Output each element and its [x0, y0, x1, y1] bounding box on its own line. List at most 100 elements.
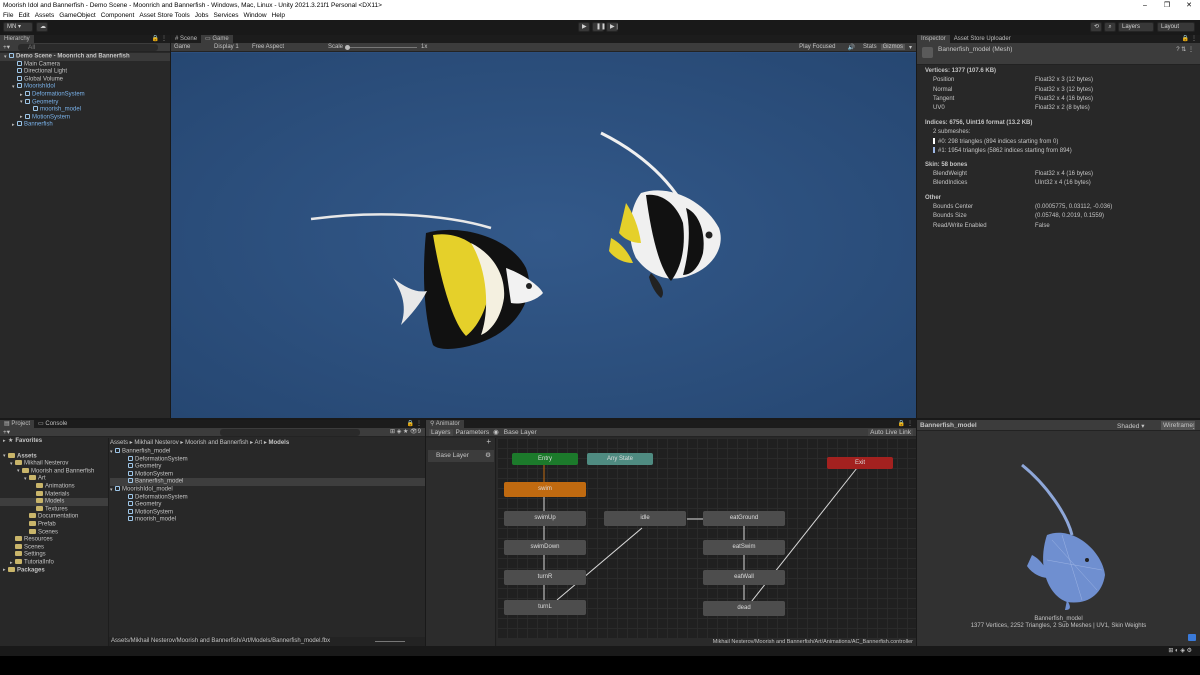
state-entry[interactable]: Entry	[512, 453, 578, 465]
state-swim[interactable]: swim	[504, 482, 586, 497]
chevron-down-icon[interactable]: ▾	[909, 44, 912, 51]
filter-icons[interactable]: ⊞ ◈ ★ 👁9	[390, 428, 421, 437]
menu-file[interactable]: File	[3, 11, 13, 20]
hierarchy-item[interactable]: ▾ Demo Scene - Moonrich and Bannerfish	[0, 53, 170, 61]
asset-item[interactable]: MotionSystem	[110, 470, 425, 479]
maximize-button[interactable]: ❐	[1156, 0, 1178, 11]
asset-item[interactable]: ▾ MoorishIdol_model	[110, 486, 425, 494]
breadcrumb-item[interactable]: Models	[269, 440, 290, 446]
layers-dropdown[interactable]: Layers	[1118, 22, 1154, 32]
asset-item[interactable]: moorish_model	[110, 516, 425, 524]
minimize-button[interactable]: –	[1134, 0, 1156, 11]
add-layer-icon[interactable]: +	[486, 437, 491, 446]
asset-item[interactable]: Bannerfish_model	[110, 478, 425, 486]
folder-tree-item[interactable]: ▾ Assets	[0, 452, 108, 461]
aspect-dropdown[interactable]: Free Aspect	[252, 44, 328, 50]
icon-size-slider[interactable]	[375, 641, 405, 642]
hierarchy-item[interactable]: ▾ MoorishIdol	[0, 83, 170, 91]
layer-item[interactable]: Base Layer ⚙	[428, 450, 494, 462]
folder-tree-item[interactable]: Scenes	[0, 543, 108, 552]
panel-menu-icon[interactable]: 🔒 ⋮	[1182, 35, 1197, 43]
folder-tree-item[interactable]: ▸ ★ Favorites	[0, 438, 108, 446]
breadcrumb-item[interactable]: Art	[254, 440, 262, 446]
menu-component[interactable]: Component	[101, 11, 135, 20]
menu-window[interactable]: Window	[243, 11, 266, 20]
panel-menu-icon[interactable]: 🔒 ⋮	[898, 420, 913, 428]
menu-assets[interactable]: Assets	[35, 11, 55, 20]
folder-tree-item[interactable]: Models	[0, 498, 108, 506]
folder-tree-item[interactable]: Textures	[0, 505, 108, 514]
folder-tree-item[interactable]: Resources	[0, 536, 108, 544]
search-icon[interactable]: ⌕	[1104, 22, 1116, 32]
state-exit[interactable]: Exit	[827, 457, 893, 469]
add-icon[interactable]: +▾	[3, 428, 10, 437]
shading-dropdown[interactable]: Shaded ▾	[1117, 422, 1145, 430]
state-eatwall[interactable]: eatWall	[703, 570, 785, 585]
asset-item[interactable]: DeformationSystem	[110, 493, 425, 502]
panel-menu-icon[interactable]: 🔒 ⋮	[407, 420, 422, 428]
header-options-icon[interactable]: ? ⇅ ⋮	[1176, 46, 1194, 53]
display-type-dropdown[interactable]: Game	[174, 44, 214, 50]
folder-tree-item[interactable]: Settings	[0, 551, 108, 559]
tab-project[interactable]: ▤ Project	[0, 420, 35, 428]
parameters-tab[interactable]: Parameters	[456, 429, 490, 436]
step-icon[interactable]: ▶❘	[606, 22, 620, 32]
menu-gameobject[interactable]: GameObject	[59, 11, 96, 20]
folder-tree-item[interactable]: Prefab	[0, 521, 108, 529]
hierarchy-item[interactable]: Main Camera	[0, 60, 170, 69]
tab-scene[interactable]: # Scene	[171, 35, 201, 43]
asset-item[interactable]: ▾ Bannerfish_model	[110, 448, 425, 456]
project-search-input[interactable]	[220, 429, 360, 436]
folder-tree-item[interactable]: Animations	[0, 483, 108, 491]
state-turnl[interactable]: turnL	[504, 600, 586, 615]
play-icon[interactable]: ▶	[578, 22, 590, 32]
hierarchy-search-input[interactable]: All	[18, 44, 158, 51]
menu-services[interactable]: Services	[214, 11, 239, 20]
breadcrumb-item[interactable]: Assets	[110, 440, 128, 446]
hierarchy-item[interactable]: ▸ MotionSystem	[0, 113, 170, 122]
history-icon[interactable]: ⟲	[1090, 22, 1102, 32]
state-any[interactable]: Any State	[587, 453, 653, 465]
state-eatground[interactable]: eatGround	[703, 511, 785, 526]
close-button[interactable]: ✕	[1178, 0, 1200, 11]
folder-tree-item[interactable]: Scenes	[0, 528, 108, 537]
state-swimdown[interactable]: swimDown	[504, 540, 586, 555]
folder-tree-item[interactable]: ▸ Packages	[0, 566, 108, 575]
folder-tree-item[interactable]: ▾ Mikhail Nesterov	[0, 460, 108, 468]
tab-game[interactable]: ▭ Game	[201, 35, 233, 43]
folder-tree-item[interactable]: Materials	[0, 490, 108, 499]
gizmos-button[interactable]: Gizmos	[880, 44, 905, 50]
hierarchy-item[interactable]: ▸ Bannerfish	[0, 121, 170, 129]
menu-edit[interactable]: Edit	[18, 11, 29, 20]
state-dead[interactable]: dead	[703, 601, 785, 616]
tab-hierarchy[interactable]: Hierarchy	[0, 35, 34, 43]
tab-console[interactable]: ▭ Console	[34, 420, 71, 428]
menu-asset-store-tools[interactable]: Asset Store Tools	[139, 11, 189, 20]
panel-menu-icon[interactable]: 🔒 ⋮	[152, 35, 167, 43]
state-swimup[interactable]: swimUp	[504, 511, 586, 526]
play-focused-dropdown[interactable]: Play Focused	[799, 44, 835, 50]
animator-breadcrumb[interactable]: Base Layer	[504, 429, 537, 436]
auto-live-link-button[interactable]: Auto Live Link	[868, 428, 913, 436]
add-icon[interactable]: +▾	[3, 43, 10, 52]
hierarchy-item[interactable]: ▾ Geometry	[0, 98, 170, 107]
breadcrumb-item[interactable]: Moorish and Bannerfish	[185, 440, 248, 446]
mute-icon[interactable]: 🔊	[847, 44, 854, 51]
asset-label-icon[interactable]	[1188, 634, 1196, 641]
layout-dropdown[interactable]: Layout	[1157, 22, 1195, 32]
layers-tab[interactable]: Layers	[429, 428, 453, 436]
scale-slider[interactable]	[345, 44, 418, 50]
menu-jobs[interactable]: Jobs	[195, 11, 209, 20]
asset-item[interactable]: DeformationSystem	[110, 455, 425, 464]
menu-help[interactable]: Help	[272, 11, 285, 20]
account-dropdown[interactable]: MN ▾	[3, 22, 33, 32]
gear-icon[interactable]: ⚙	[485, 450, 491, 462]
eye-icon[interactable]: ◉	[493, 428, 499, 436]
asset-item[interactable]: Geometry	[110, 501, 425, 509]
tab-asset-store-uploader[interactable]: Asset Store Uploader	[950, 35, 1015, 43]
hierarchy-item[interactable]: Directional Light	[0, 68, 170, 76]
cloud-icon[interactable]: ☁	[36, 22, 48, 32]
status-icons[interactable]: ⊞ ◐ ◈ ⚙	[1168, 647, 1192, 654]
tab-inspector[interactable]: Inspector	[917, 35, 950, 43]
state-turnr[interactable]: turnR	[504, 570, 586, 585]
